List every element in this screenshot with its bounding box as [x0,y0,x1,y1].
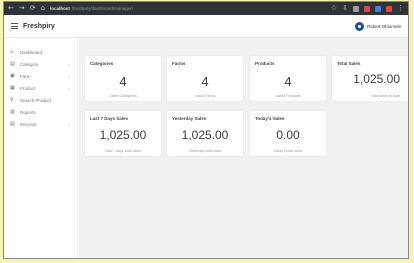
chevron-right-icon: › [68,85,70,91]
card-value: 0.00 [276,128,300,142]
stat-card-categories[interactable]: Categories 4 Listed Categories [85,56,161,101]
reload-icon[interactable]: ⟳ [30,2,36,15]
card-title: Last 7 Days Sales [90,116,129,121]
card-value: 4 [284,74,292,89]
stat-card-total-sales[interactable]: Total Sales 1,025.00 Total sales to date [332,56,408,101]
farm-icon: ▣ [10,72,15,79]
card-title: Farms [172,61,186,66]
sidebar-item-label: Product [20,85,36,91]
card-title: Total Sales [337,61,361,66]
home-icon[interactable]: ⌂ [41,2,45,15]
sidebar-item-label: Dashboard [20,49,43,55]
report-icon: ▥ [10,108,15,115]
card-subtitle: Yesterday total sales [188,149,222,153]
dashboard-content: Categories 4 Listed Categories Farms 4 L… [79,38,408,258]
sidebar-item-label: Farm [20,73,31,79]
sidebar-item-label: Records [20,121,37,127]
card-title: Products [255,61,275,66]
url-path: /freshpiry/dashboard/manager/ [71,6,134,11]
tag-icon: ▤ [10,60,15,67]
stat-card-farms[interactable]: Farms 4 Listed Farms [167,56,243,101]
sidebar-item-category[interactable]: ▤ Category › [4,58,77,70]
url-host: localhost [50,6,70,11]
extension-icon[interactable] [386,5,392,12]
card-subtitle: Listed Products [275,94,301,98]
stat-card-last-7-days-sales[interactable]: Last 7 Days Sales 1,025.00 Last 7 days' … [85,111,161,156]
browser-window: ← → ⟳ ⌂ localhost /freshpiry/dashboard/m… [3,1,409,259]
card-subtitle: Today's total sales [273,149,303,153]
sidebar-item-label: Category [20,61,39,67]
forward-icon[interactable]: → [19,2,25,15]
sidebar-item-label: Search Product [20,97,52,103]
user-name[interactable]: Robert Ohiomele [367,24,401,29]
card-subtitle: Last 7 days' total sales [104,149,142,153]
stat-card-products[interactable]: Products 4 Listed Products [250,56,326,101]
chevron-right-icon: › [68,61,70,67]
card-subtitle: Listed Categories [109,94,137,98]
sidebar-item-reports[interactable]: ▥ Reports [4,106,77,118]
stat-card-yesterday-sales[interactable]: Yesterday Sales 1,025.00 Yesterday total… [167,111,243,156]
grid-icon: ▫ [10,48,14,55]
search-icon: ⚲ [10,96,14,103]
card-title: Today's Sales [255,116,285,121]
records-icon: ▤ [10,120,15,127]
stat-card-todays-sales[interactable]: Today's Sales 0.00 Today's total sales [250,111,326,156]
sidebar-item-search-product[interactable]: ⚲ Search Product [4,94,77,106]
hamburger-menu-icon[interactable] [11,23,18,29]
card-value: 4 [201,74,209,89]
extension-icon[interactable] [353,5,359,12]
sidebar-item-product[interactable]: ▦ Product › [4,82,77,94]
user-avatar[interactable] [354,21,364,31]
card-value: 1,025.00 [99,128,147,142]
page-background: ← → ⟳ ⌂ localhost /freshpiry/dashboard/m… [0,0,414,263]
product-icon: ▦ [10,84,15,91]
card-value: 1,025.00 [181,128,229,142]
app-header: Freshpiry Robert Ohiomele [4,15,408,38]
sidebar-item-farm[interactable]: ▣ Farm › [4,70,77,82]
sidebar-item-dashboard[interactable]: ▫ Dashboard [4,46,77,58]
chevron-right-icon: › [68,73,70,79]
bookmark-star-icon[interactable]: ☆ [331,2,337,15]
chevron-right-icon: › [68,121,70,127]
address-bar[interactable]: localhost /freshpiry/dashboard/manager/ [50,5,133,12]
app-brand[interactable]: Freshpiry [23,23,55,30]
download-icon[interactable]: ⇩ [342,2,348,15]
browser-menu-icon[interactable]: ⋮ [397,2,404,15]
back-icon[interactable]: ← [8,2,14,15]
extension-icon[interactable] [364,5,370,12]
card-value: 4 [119,74,127,89]
extension-icon[interactable] [375,5,381,12]
card-title: Categories [90,61,114,66]
sidebar-item-records[interactable]: ▤ Records › [4,118,77,130]
browser-toolbar: ← → ⟳ ⌂ localhost /freshpiry/dashboard/m… [4,2,408,15]
card-subtitle: Total sales to date [371,94,400,98]
sidebar: ▫ Dashboard ▤ Category › ▣ Farm › ▦ Prod… [4,38,78,258]
card-value: 1,025.00 [353,72,400,86]
sidebar-item-label: Reports [20,109,36,115]
card-title: Yesterday Sales [172,116,207,121]
card-subtitle: Listed Farms [194,94,216,98]
